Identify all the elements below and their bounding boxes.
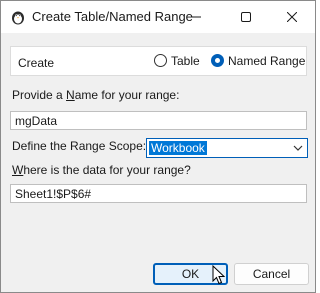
range-name-label: Provide a Name for your range: [12, 88, 180, 102]
cancel-button[interactable]: Cancel [234, 263, 309, 285]
maximize-button[interactable] [223, 1, 269, 33]
minimize-icon [191, 16, 201, 18]
close-button[interactable] [269, 1, 315, 33]
mouse-cursor-icon [212, 265, 226, 285]
range-scope-dropdown[interactable]: Workbook [146, 138, 308, 158]
table-radio[interactable] [154, 54, 167, 67]
close-icon [287, 12, 297, 22]
maximize-icon [241, 12, 251, 22]
named-range-radio[interactable] [211, 54, 224, 67]
range-name-input[interactable]: mgData [10, 111, 307, 130]
range-scope-label: Define the Range Scope: [12, 139, 147, 153]
window-title: Create Table/Named Range [32, 9, 193, 24]
create-named-range-dialog: Create Table/Named Range Create Table Na… [0, 0, 316, 293]
create-type-group: Create Table Named Range [10, 46, 307, 76]
title-bar: Create Table/Named Range [1, 1, 315, 33]
range-location-label: Where is the data for your range? [12, 163, 191, 177]
range-location-input[interactable]: Sheet1!$P$6# [10, 184, 307, 203]
range-scope-value: Workbook [149, 141, 207, 155]
named-range-radio-label[interactable]: Named Range [228, 54, 305, 68]
penguin-icon [10, 9, 26, 25]
table-radio-label[interactable]: Table [171, 54, 200, 68]
minimize-button[interactable] [173, 1, 219, 33]
chevron-down-icon [293, 145, 303, 151]
create-label: Create [18, 56, 55, 70]
